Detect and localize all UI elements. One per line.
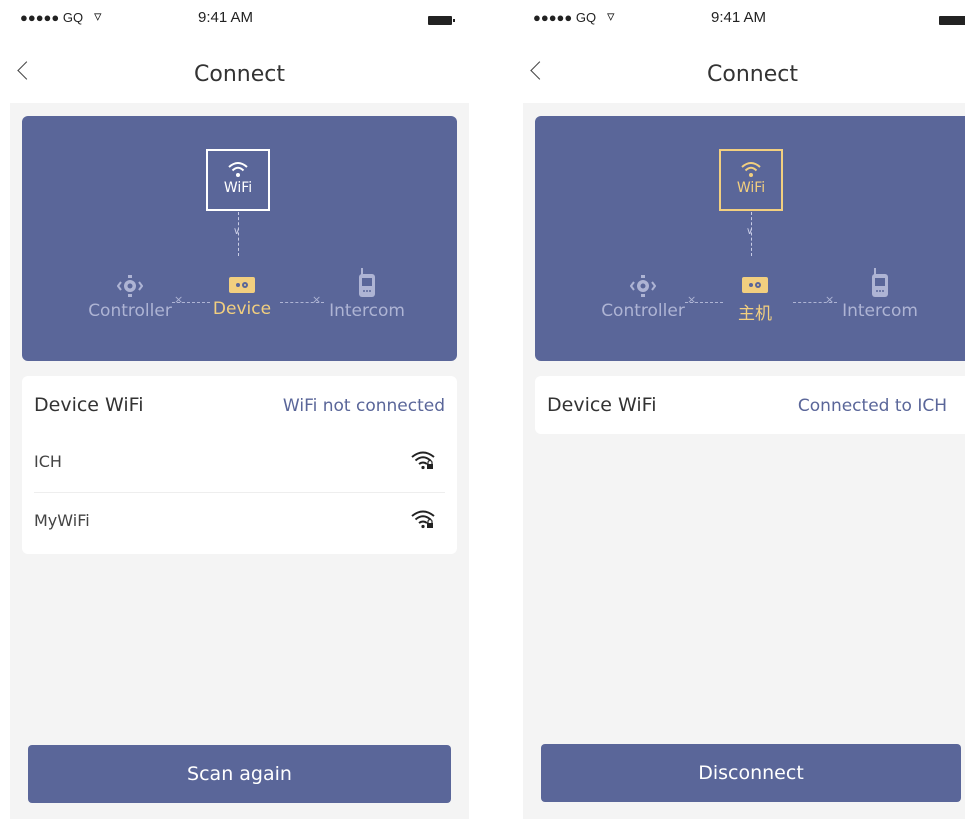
device-icon <box>229 277 255 293</box>
wifi-lock-icon <box>411 451 435 470</box>
status-bar: ●●●●● GQ ▿ 9:41 AM <box>523 0 965 40</box>
network-name: ICH <box>34 452 62 471</box>
signal-indicator: ●●●●● GQ <box>533 10 597 25</box>
device-wifi-title: Device WiFi <box>34 394 144 416</box>
connector-arrow-icon: ∨ <box>746 226 754 237</box>
status-time: 9:41 AM <box>711 9 767 26</box>
controller-node: Controller <box>593 274 693 321</box>
wifi-node: WiFi <box>206 149 270 211</box>
intercom-node: Intercom <box>825 268 935 321</box>
connection-diagram: WiFi ∨ Controller × 主机 × Intercom <box>535 116 965 361</box>
device-wifi-card: Device WiFi Connected to ICH <box>535 376 965 434</box>
signal-indicator: ●●●●● GQ <box>20 10 84 25</box>
phone-screen-right: ●●●●● GQ ▿ 9:41 AM Connect WiFi ∨ Contro… <box>523 0 965 819</box>
intercom-icon <box>359 268 375 297</box>
scan-again-button[interactable]: Scan again <box>28 745 451 803</box>
wifi-status-icon: ▿ <box>607 8 615 25</box>
battery-icon <box>939 16 965 25</box>
device-wifi-title: Device WiFi <box>547 394 657 416</box>
controller-label: Controller <box>88 301 172 321</box>
disconnected-x-icon: × <box>687 293 697 306</box>
wifi-network-row[interactable]: ICH <box>34 434 445 492</box>
connection-diagram: WiFi ∨ Controller × Device × Intercom <box>22 116 457 361</box>
network-name: MyWiFi <box>34 511 90 530</box>
wifi-network-row[interactable]: MyWiFi <box>34 492 445 551</box>
intercom-node: Intercom <box>312 268 422 321</box>
wifi-node-label: WiFi <box>736 180 766 196</box>
device-wifi-header: Device WiFi Connected to ICH <box>535 376 965 434</box>
wifi-lock-icon <box>411 510 435 529</box>
status-bar: ●●●●● GQ ▿ 9:41 AM <box>10 0 469 40</box>
device-node: Device <box>202 274 282 319</box>
device-node: 主机 <box>715 274 795 324</box>
battery-icon <box>428 16 455 25</box>
controller-label: Controller <box>601 301 685 321</box>
device-wifi-header: Device WiFi WiFi not connected <box>22 376 457 434</box>
nav-bar: Connect <box>523 40 965 103</box>
nav-bar: Connect <box>10 40 469 103</box>
controller-icon <box>630 275 656 297</box>
device-label: 主机 <box>738 304 772 324</box>
intercom-label: Intercom <box>842 301 918 321</box>
controller-icon <box>117 275 143 297</box>
wifi-status-text: Connected to ICH <box>797 396 947 416</box>
intercom-label: Intercom <box>329 301 405 321</box>
status-time: 9:41 AM <box>198 9 254 26</box>
disconnect-button[interactable]: Disconnect <box>541 744 961 802</box>
device-icon <box>742 277 768 293</box>
intercom-icon <box>872 268 888 297</box>
device-wifi-card: Device WiFi WiFi not connected ICH MyWiF… <box>22 376 457 554</box>
wifi-status-text: WiFi not connected <box>282 396 445 416</box>
device-label: Device <box>212 299 272 319</box>
wifi-icon <box>228 162 248 177</box>
disconnected-x-icon: × <box>174 293 184 306</box>
wifi-icon <box>741 162 761 177</box>
controller-node: Controller <box>80 274 180 321</box>
connector-arrow-icon: ∨ <box>233 226 241 237</box>
phone-screen-left: ●●●●● GQ ▿ 9:41 AM Connect WiFi ∨ Contro… <box>10 0 469 819</box>
wifi-status-icon: ▿ <box>94 8 102 25</box>
wifi-node: WiFi <box>719 149 783 211</box>
page-title: Connect <box>707 62 798 87</box>
wifi-node-label: WiFi <box>223 180 253 196</box>
page-title: Connect <box>194 62 285 87</box>
